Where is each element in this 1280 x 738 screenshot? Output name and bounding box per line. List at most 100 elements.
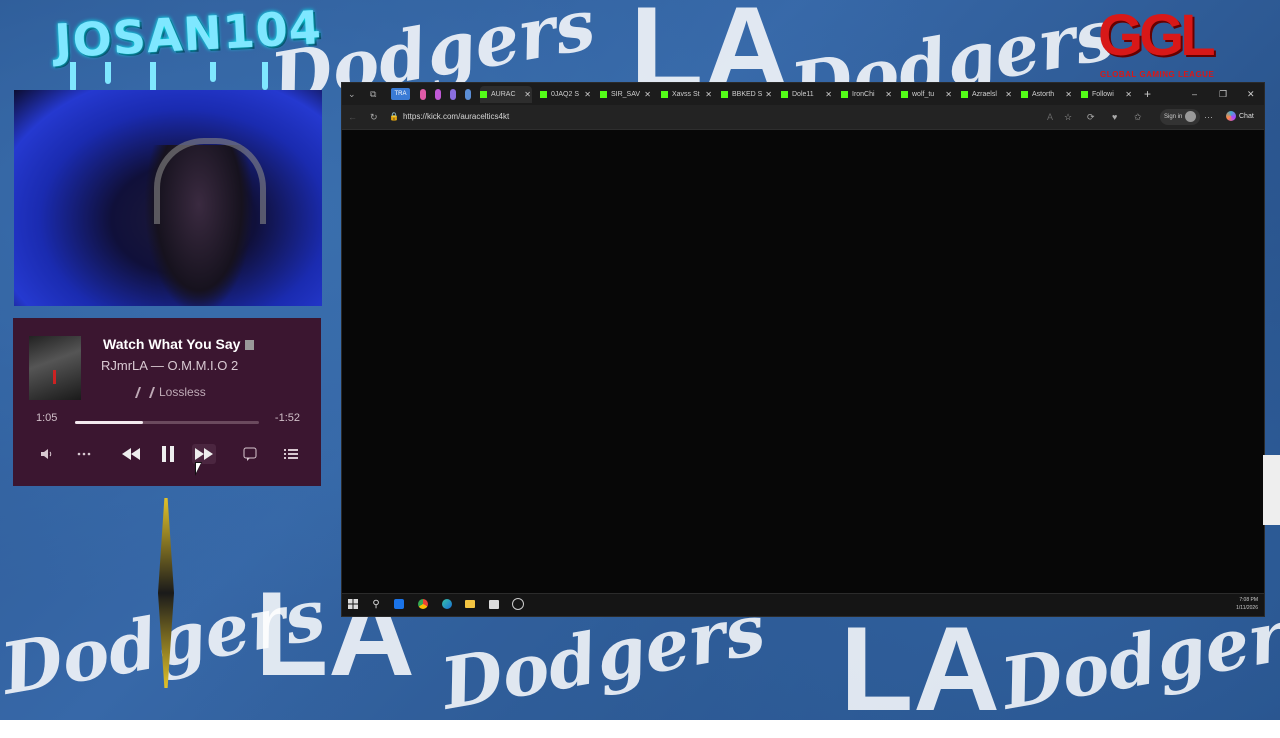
progress-bar[interactable]	[75, 421, 259, 424]
sign-in-label: Sign in	[1164, 114, 1183, 120]
sign-in-button[interactable]: Sign in	[1160, 109, 1201, 125]
tab-group-blue[interactable]	[465, 89, 471, 100]
tab-sir-sav[interactable]: SIR_SAV ✕	[600, 86, 652, 103]
close-window-icon[interactable]: ✕	[1247, 86, 1255, 102]
tab-bbked[interactable]: BBKED S ✕	[721, 86, 773, 103]
store-icon[interactable]	[487, 597, 501, 611]
tab-followi[interactable]: Followi ✕	[1081, 86, 1133, 103]
tab-group-pink[interactable]	[420, 89, 426, 100]
track-artist[interactable]: RJmrLA — O.M.M.I.O 2	[101, 358, 238, 373]
drip-decoration	[210, 62, 216, 82]
outlook-icon[interactable]	[392, 597, 406, 611]
tab-xavss[interactable]: Xavss St ✕	[661, 86, 713, 103]
queue-icon[interactable]	[282, 444, 300, 464]
close-tab-icon[interactable]: ✕	[1125, 86, 1132, 103]
favorites-bar-icon[interactable]: ✩	[1134, 109, 1142, 125]
tab-group-violet[interactable]	[450, 89, 456, 100]
file-explorer-icon[interactable]	[463, 597, 477, 611]
mouse-cursor-fill	[196, 463, 201, 473]
clock-time: 7:08 PM	[1239, 597, 1258, 603]
drip-decoration	[70, 62, 76, 92]
close-tab-icon[interactable]: ✕	[825, 86, 832, 103]
kick-icon	[1081, 90, 1088, 98]
explicit-icon	[245, 340, 255, 351]
close-tab-icon[interactable]: ✕	[945, 86, 952, 103]
copilot-icon	[1226, 111, 1236, 122]
tab-aurac[interactable]: AURAC ✕	[480, 86, 532, 103]
search-icon[interactable]: ⚲	[369, 597, 383, 611]
volume-icon[interactable]	[37, 444, 55, 464]
tab-group-tra[interactable]: TRA	[391, 88, 410, 100]
more-icon[interactable]	[75, 444, 93, 464]
chrome-icon[interactable]	[416, 597, 430, 611]
lossless-icon	[134, 387, 156, 399]
tab-azraelsl[interactable]: Azraelsl ✕	[961, 86, 1013, 103]
chat-label: Chat	[1239, 113, 1254, 120]
close-tab-icon[interactable]: ✕	[644, 86, 651, 103]
close-tab-icon[interactable]: ✕	[705, 86, 712, 103]
settings-more-icon[interactable]: ⋯	[1204, 109, 1213, 125]
windows-taskbar: ⚲ 7:08 PM 1/11/2026	[342, 593, 1264, 616]
close-tab-icon[interactable]: ✕	[1065, 86, 1072, 103]
browser-essentials-icon[interactable]: ♥	[1112, 109, 1117, 125]
tab-label: IronChi	[852, 91, 875, 98]
tab-actions-icon[interactable]: ⌄	[348, 86, 356, 102]
address-bar-row: ← ↻ 🔒 https://kick.com/auraceltics4kt A ☆…	[342, 105, 1264, 130]
rewind-icon[interactable]	[120, 444, 142, 464]
url-field[interactable]: 🔒 https://kick.com/auraceltics4kt	[389, 109, 1039, 125]
favorite-icon[interactable]: ☆	[1064, 109, 1072, 125]
kick-icon	[540, 90, 547, 98]
kick-icon	[841, 90, 848, 98]
edge-icon[interactable]	[440, 597, 454, 611]
ggl-logo: GGL GLOBAL GAMING LEAGUE	[1098, 4, 1254, 80]
kick-icon	[781, 90, 788, 98]
tab-label: BBKED S	[732, 91, 763, 98]
tab-dole11[interactable]: Dole11 ✕	[781, 86, 833, 103]
tab-label: SIR_SAV	[611, 91, 641, 98]
system-clock[interactable]: 7:08 PM 1/11/2026	[1236, 596, 1258, 612]
tab-bar: ⌄ ⧉ TRA AURAC ✕ 0JAQ2 S ✕ SIR_SAV ✕ Xavss S…	[342, 83, 1264, 105]
close-tab-icon[interactable]: ✕	[584, 86, 591, 103]
tab-label: Xavss St	[672, 91, 700, 98]
progress-fill	[75, 421, 144, 424]
tab-ironchi[interactable]: IronChi ✕	[841, 86, 893, 103]
tab-label: Followi	[1092, 91, 1114, 98]
extension-icon[interactable]: ⟳	[1087, 109, 1095, 125]
edge-decoration	[1263, 455, 1280, 525]
read-aloud-icon[interactable]: A	[1047, 109, 1053, 125]
tab-label: Dole11	[792, 91, 814, 98]
fast-forward-icon[interactable]	[192, 444, 216, 464]
tab-group-purple[interactable]	[435, 89, 441, 100]
avatar	[1185, 110, 1197, 122]
headset-outline	[154, 138, 266, 224]
clock-date: 1/11/2026	[1236, 605, 1258, 611]
restore-icon[interactable]: ❐	[1219, 86, 1227, 102]
new-tab-button[interactable]: +	[1144, 86, 1151, 102]
kick-icon	[721, 90, 728, 98]
tab-wolf-tu[interactable]: wolf_tu ✕	[901, 86, 953, 103]
tab-0jaq2[interactable]: 0JAQ2 S ✕	[540, 86, 592, 103]
copilot-chat-button[interactable]: Chat	[1226, 109, 1254, 125]
workspaces-icon[interactable]: ⧉	[370, 86, 376, 102]
streamer-name-logo: JOSAN104	[53, 0, 324, 69]
back-icon[interactable]: ←	[348, 109, 357, 125]
kick-icon	[961, 90, 968, 98]
close-tab-icon[interactable]: ✕	[885, 86, 892, 103]
kick-icon	[480, 90, 487, 98]
close-tab-icon[interactable]: ✕	[765, 86, 772, 103]
lyrics-icon[interactable]	[241, 444, 259, 464]
close-tab-icon[interactable]: ✕	[1005, 86, 1012, 103]
tab-astorth[interactable]: Astorth ✕	[1021, 86, 1073, 103]
tab-label: 0JAQ2 S	[551, 91, 580, 98]
windows-start-icon[interactable]	[346, 597, 360, 611]
pause-icon[interactable]	[157, 444, 179, 464]
refresh-icon[interactable]: ↻	[370, 109, 378, 125]
kick-icon	[901, 90, 908, 98]
kick-icon	[1021, 90, 1028, 98]
ggl-logo-letters: GGL	[1098, 3, 1216, 68]
minimize-icon[interactable]: –	[1192, 86, 1197, 102]
close-tab-icon[interactable]: ✕	[524, 86, 531, 103]
current-time: 1:05	[36, 412, 58, 424]
discord-icon[interactable]	[511, 597, 525, 611]
remaining-time: -1:52	[274, 412, 300, 424]
